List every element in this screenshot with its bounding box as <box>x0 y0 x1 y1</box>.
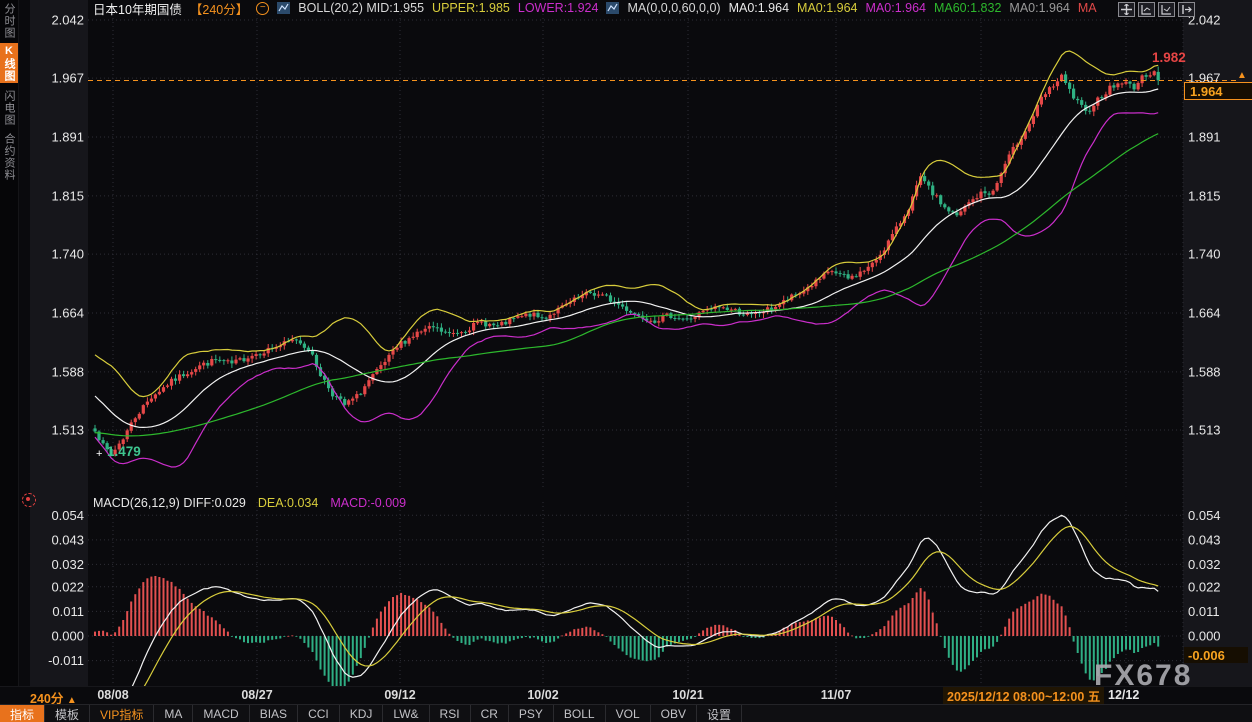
svg-text:0.000: 0.000 <box>51 629 84 644</box>
xaxis-row: 240分 ▲ 08/0808/2709/1210/0210/2111/07 20… <box>0 686 1252 705</box>
svg-text:0.054: 0.054 <box>1188 508 1221 523</box>
svg-text:1.740: 1.740 <box>51 247 84 262</box>
toolbar-button-15[interactable]: 设置 <box>697 705 742 722</box>
trading-app-window: 2.0422.0421.9671.9671.8911.8911.8151.815… <box>0 0 1252 722</box>
boll-upper-value: UPPER:1.985 <box>432 1 510 15</box>
toolbar-button-14[interactable]: OBV <box>651 705 697 722</box>
svg-text:0.054: 0.054 <box>51 508 84 523</box>
zoom-out-chart-icon[interactable] <box>1138 2 1155 17</box>
sidebar-item-2[interactable]: 闪电图 <box>0 88 18 128</box>
date-tick-label: 08/27 <box>241 688 272 702</box>
current-price-box: 1.964 <box>1184 82 1252 100</box>
date-tick-label: 10/02 <box>527 688 558 702</box>
svg-text:1.891: 1.891 <box>1188 130 1221 145</box>
toolbar-button-3[interactable]: MA <box>154 705 193 722</box>
watermark: FX678 <box>1094 659 1192 693</box>
indicator-marker-icon[interactable] <box>22 493 36 507</box>
svg-text:1.891: 1.891 <box>51 130 84 145</box>
move-icon[interactable] <box>1118 2 1135 17</box>
chart-canvas[interactable]: 2.0422.0421.9671.9671.8911.8911.8151.815… <box>0 0 1252 686</box>
boll-lower-value: LOWER:1.924 <box>518 1 599 15</box>
ma-params-label: MA(0,0,0,60,0,0) <box>627 1 720 15</box>
sidebar-item-1[interactable]: K线图 <box>0 43 18 83</box>
sidebar-item-3[interactable]: 合约资料 <box>0 131 18 183</box>
toolbar-button-8[interactable]: LW& <box>383 705 429 722</box>
zoom-in-chart-icon[interactable] <box>1158 2 1175 17</box>
date-tick-label: 10/21 <box>672 688 703 702</box>
boll-indicator-icon[interactable] <box>277 2 290 14</box>
macd-name: MACD(26,12,9) DIFF:0.029 <box>93 496 246 510</box>
sidebar-item-0[interactable]: 分时图 <box>0 2 18 39</box>
macd-current-value-box: -0.006 <box>1184 647 1248 663</box>
svg-text:0.043: 0.043 <box>1188 532 1221 547</box>
session-low-label: 1.479 <box>107 444 141 459</box>
toolbar-button-9[interactable]: RSI <box>430 705 471 722</box>
toolbar-button-6[interactable]: CCI <box>298 705 340 722</box>
toolbar-button-10[interactable]: CR <box>471 705 509 722</box>
svg-text:0.043: 0.043 <box>51 532 84 547</box>
svg-text:0.032: 0.032 <box>51 557 84 572</box>
instrument-title: 日本10年期国债 <box>93 0 182 18</box>
toolbar-button-5[interactable]: BIAS <box>250 705 298 722</box>
toolbar-button-11[interactable]: PSY <box>509 705 554 722</box>
date-tick-label: 11/07 <box>821 688 852 702</box>
ma-value-4: MA0:1.964 <box>1009 1 1069 15</box>
svg-text:1.664: 1.664 <box>51 306 84 321</box>
toolbar-button-13[interactable]: VOL <box>606 705 651 722</box>
toolbar-button-7[interactable]: KDJ <box>340 705 384 722</box>
svg-text:1.664: 1.664 <box>1188 306 1221 321</box>
svg-text:0.022: 0.022 <box>1188 579 1221 594</box>
toolbar-button-2[interactable]: VIP指标 <box>90 705 154 722</box>
chart-header: 日本10年期国债 【240分】 − BOLL(20,2) MID:1.955 U… <box>93 1 1097 15</box>
chart-window-controls <box>1118 2 1195 17</box>
svg-text:1.588: 1.588 <box>51 364 84 379</box>
ma-indicator-icon[interactable] <box>606 2 619 14</box>
macd-dea-value: DEA:0.034 <box>258 496 318 510</box>
svg-text:0.032: 0.032 <box>1188 557 1221 572</box>
toolbar-button-0[interactable]: 指标 <box>0 705 45 722</box>
svg-text:1.815: 1.815 <box>51 188 84 203</box>
collapse-icon[interactable]: − <box>256 2 269 15</box>
session-high-label: 1.982 <box>1152 50 1186 65</box>
svg-text:1.513: 1.513 <box>1188 423 1221 438</box>
macd-legend: MACD(26,12,9) DIFF:0.029 DEA:0.034 MACD:… <box>93 496 406 510</box>
toolbar-button-4[interactable]: MACD <box>193 705 249 722</box>
svg-text:0.011: 0.011 <box>52 604 84 619</box>
ma-value-1: MA0:1.964 <box>797 1 857 15</box>
svg-text:2.042: 2.042 <box>51 13 84 28</box>
ma-value-5: MA <box>1078 1 1097 15</box>
price-up-arrow-icon: ▲ <box>1237 70 1247 81</box>
low-plus-marker: + <box>96 448 102 460</box>
session-time-label: 2025/12/12 08:00~12:00 五 <box>943 687 1104 704</box>
macd-hist-value: MACD:-0.009 <box>330 496 406 510</box>
svg-text:1.967: 1.967 <box>51 71 84 86</box>
chart-mode-sidebar: 分时图 K线图闪电图合约资料 <box>0 0 19 686</box>
period-label[interactable]: 【240分】 <box>190 0 248 18</box>
svg-text:-0.011: -0.011 <box>48 653 84 668</box>
svg-text:0.022: 0.022 <box>51 579 84 594</box>
toolbar-button-1[interactable]: 模板 <box>45 705 90 722</box>
svg-text:1.740: 1.740 <box>1188 247 1221 262</box>
pan-right-icon[interactable] <box>1178 2 1195 17</box>
indicator-toolbar: 指标模板VIP指标MAMACDBIASCCIKDJLW&RSICRPSYBOLL… <box>0 704 1252 722</box>
svg-text:0.000: 0.000 <box>1188 629 1221 644</box>
svg-text:1.588: 1.588 <box>1188 364 1221 379</box>
ma-value-2: MA0:1.964 <box>866 1 926 15</box>
toolbar-button-12[interactable]: BOLL <box>554 705 606 722</box>
ma-values: MA0:1.964 MA0:1.964 MA0:1.964 MA60:1.832 MA0… <box>729 1 1097 15</box>
svg-text:1.513: 1.513 <box>51 423 84 438</box>
svg-text:1.815: 1.815 <box>1188 188 1221 203</box>
date-tick-label: 08/08 <box>97 688 128 702</box>
svg-text:0.011: 0.011 <box>1188 604 1220 619</box>
ma-value-3: MA60:1.832 <box>934 1 1001 15</box>
date-tick-label: 09/12 <box>384 688 415 702</box>
ma-value-0: MA0:1.964 <box>729 1 789 15</box>
boll-label: BOLL(20,2) MID:1.955 <box>298 1 424 15</box>
